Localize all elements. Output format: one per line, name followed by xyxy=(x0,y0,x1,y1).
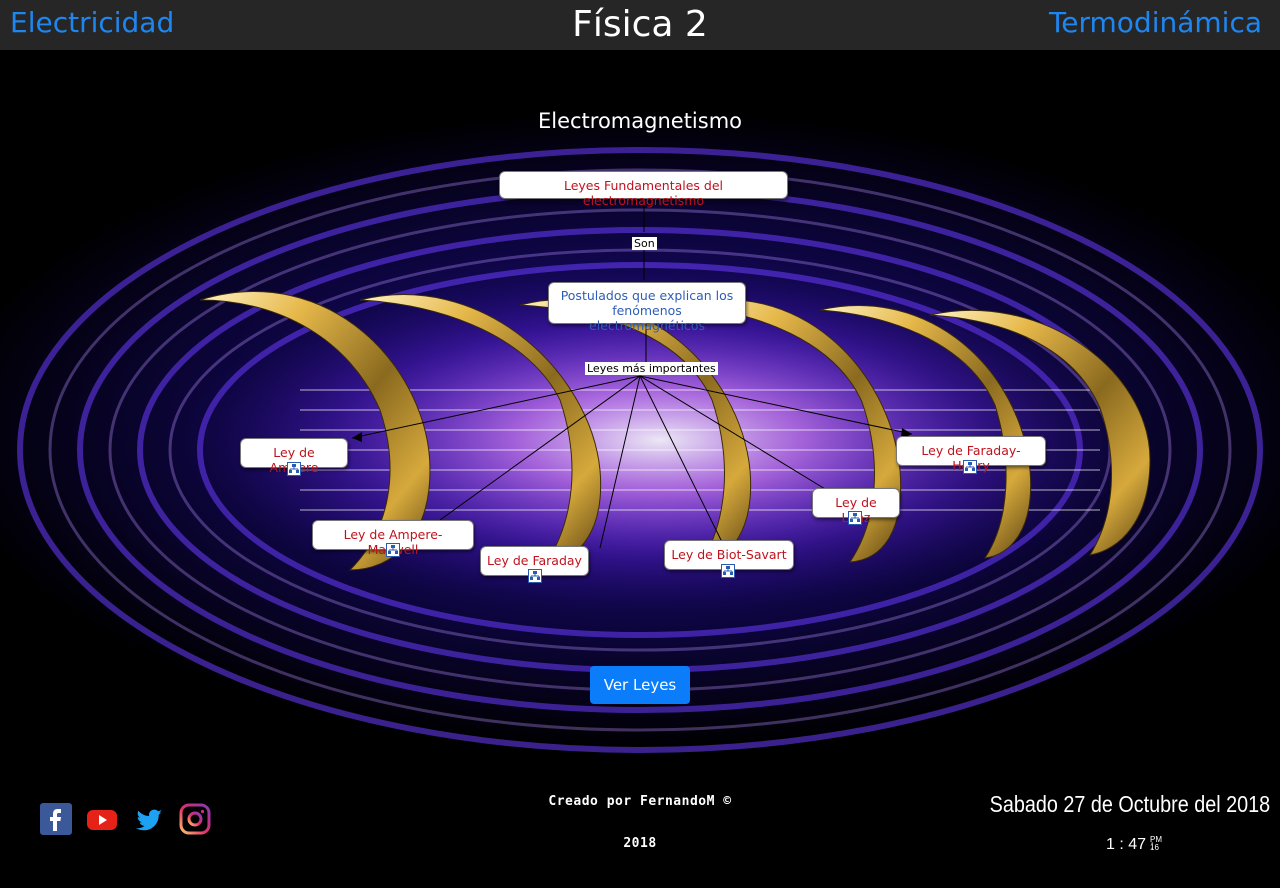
footer: Creado por FernandoM © 2018 Sabado 27 de… xyxy=(0,778,1280,888)
nav-link-termodinamica[interactable]: Termodinámica xyxy=(1049,6,1262,39)
submap-icon[interactable] xyxy=(386,543,400,557)
link-label-leyes-importantes: Leyes más importantes xyxy=(585,362,718,375)
ver-leyes-button[interactable]: Ver Leyes xyxy=(590,666,690,704)
submap-icon[interactable] xyxy=(848,511,862,525)
current-date: Sabado 27 de Octubre del 2018 xyxy=(989,791,1270,817)
credit-year: 2018 xyxy=(623,836,657,851)
electromagnetism-background: Electromagnetismo Leyes Fundamentales de… xyxy=(0,50,1280,778)
clock-seconds: 16 xyxy=(1150,843,1159,852)
section-title: Electromagnetismo xyxy=(537,109,743,133)
link-label-son: Son xyxy=(632,237,657,250)
postulates-line-2: fenómenos electromagnéticos xyxy=(589,303,705,333)
submap-icon[interactable] xyxy=(963,460,977,474)
concept-node-root[interactable]: Leyes Fundamentales del electromagnetism… xyxy=(499,171,788,208)
clock-ampm: PM 16 xyxy=(1150,836,1162,852)
top-navbar: Electricidad Física 2 Termodinámica xyxy=(0,0,1280,50)
concept-node-postulates[interactable]: Postulados que explican los fenómenos el… xyxy=(548,282,746,333)
submap-icon[interactable] xyxy=(287,462,301,476)
postulates-line-1: Postulados que explican los xyxy=(560,288,734,303)
submap-icon[interactable] xyxy=(721,564,735,578)
clock: 1 : 47 : PM 16 xyxy=(1106,836,1162,854)
clock-minutes: 47 xyxy=(1128,836,1147,853)
submap-icon[interactable] xyxy=(528,569,542,583)
clock-separator: : xyxy=(1119,836,1124,853)
clock-hours: 1 xyxy=(1106,836,1115,853)
